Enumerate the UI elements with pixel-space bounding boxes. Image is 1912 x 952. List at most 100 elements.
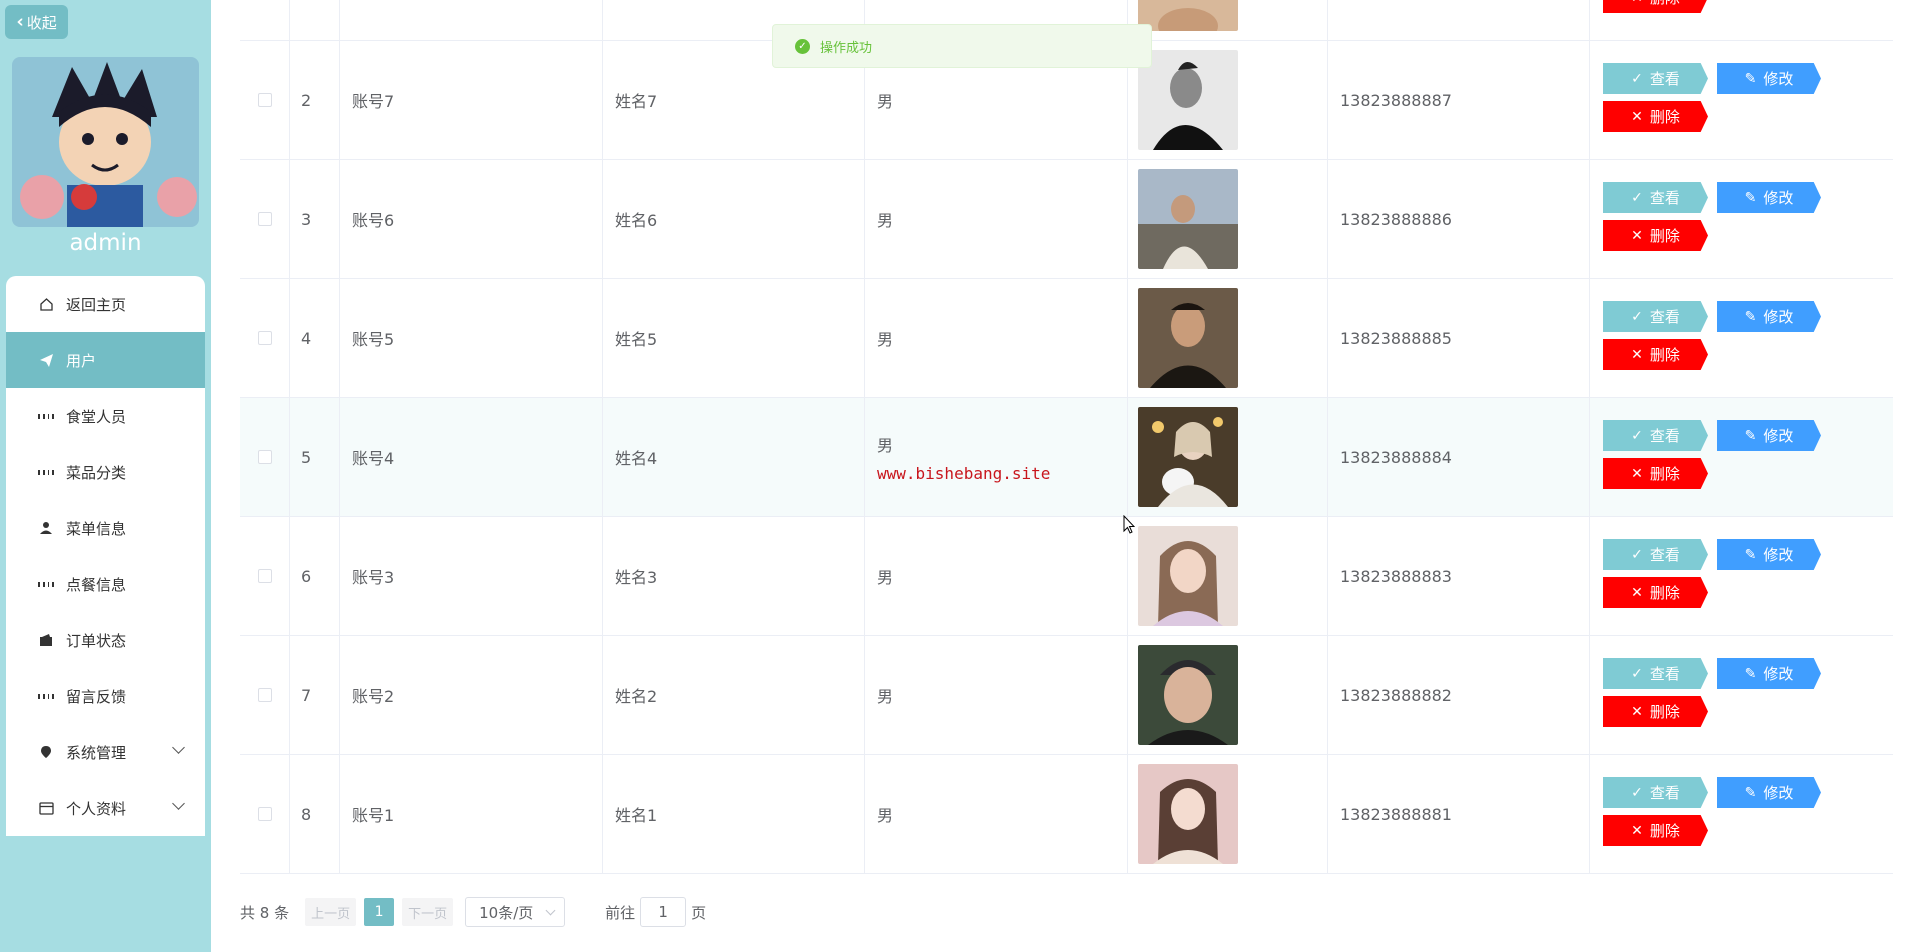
edit-icon: ✎ [1744,189,1757,206]
check-icon: ✓ [1631,70,1643,87]
phone-cell: 13823888881 [1328,755,1590,873]
delete-button[interactable]: ✕ 删除 [1603,0,1708,13]
check-icon: ✓ [1631,665,1643,682]
phone-cell: 13823888883 [1328,517,1590,635]
page-size-select[interactable]: 10条/页 [465,897,566,927]
username: admin [69,230,142,256]
row-checkbox[interactable] [257,688,272,702]
pagination: 共 8 条 上一页 1 下一页 10条/页 前往 1 页 [240,897,706,927]
sidebar-item-label: 菜单信息 [66,519,127,538]
name-cell: 姓名5 [603,279,865,397]
close-icon: ✕ [1631,108,1643,125]
sidebar-item-users[interactable]: 用户 [6,332,205,388]
sidebar-item-label: 订单状态 [66,631,127,650]
edit-button[interactable]: ✎ 修改 [1717,658,1821,689]
row-checkbox[interactable] [257,807,272,821]
sidebar-item-label: 食堂人员 [66,407,127,426]
grid-icon [38,408,54,424]
account-cell: 账号3 [340,517,603,635]
sidebar-item-home[interactable]: 返回主页 [6,276,205,332]
edit-button[interactable]: ✎ 修改 [1717,301,1821,332]
table-row: 6 账号3 姓名3 男 13823888883 ✓ 查看 ✎ 修改 ✕ 删除 [240,517,1893,636]
delete-button[interactable]: ✕ 删除 [1603,458,1708,489]
table-row: 3 账号6 姓名6 男 13823888886 ✓ 查看 ✎ 修改 ✕ 删除 [240,160,1893,279]
user-photo [1138,407,1238,507]
edit-button[interactable]: ✎ 修改 [1717,777,1821,808]
edit-button[interactable]: ✎ 修改 [1717,420,1821,451]
goto-page-input[interactable]: 1 [640,897,687,927]
row-checkbox[interactable] [257,93,272,107]
user-photo [1138,288,1238,388]
sidebar-item-label: 用户 [66,351,97,370]
check-icon: ✓ [1631,427,1643,444]
page-number-button[interactable]: 1 [364,898,395,926]
view-button[interactable]: ✓ 查看 [1603,301,1708,332]
sidebar-item-feedback[interactable]: 留言反馈 [6,668,205,724]
sex-cell: 男 [877,92,894,111]
name-cell: 姓名3 [603,517,865,635]
sidebar-item-label: 返回主页 [66,295,127,314]
grid-icon [38,464,54,480]
user-photo [1138,50,1238,150]
watermark-text: www.bishebang.site [877,463,1051,483]
wallet-icon [38,632,54,648]
row-index: 7 [290,636,340,754]
row-checkbox[interactable] [257,212,272,226]
sidebar-item-order-status[interactable]: 订单状态 [6,612,205,668]
prev-page-button[interactable]: 上一页 [305,898,357,926]
view-button[interactable]: ✓ 查看 [1603,63,1708,94]
sidebar-item-dish-category[interactable]: 菜品分类 [6,444,205,500]
row-checkbox[interactable] [257,450,272,464]
grid-icon [38,576,54,592]
user-avatar [12,57,199,227]
delete-button[interactable]: ✕ 删除 [1603,696,1708,727]
check-icon: ✓ [1631,189,1643,206]
sidebar-item-label: 留言反馈 [66,687,127,706]
view-button[interactable]: ✓ 查看 [1603,658,1708,689]
delete-button[interactable]: ✕ 删除 [1603,577,1708,608]
check-icon: ✓ [1631,546,1643,563]
row-index: 4 [290,279,340,397]
sidebar-item-label: 个人资料 [66,799,127,818]
account-cell: 账号4 [340,398,603,516]
row-checkbox[interactable] [257,569,272,583]
edit-icon: ✎ [1744,546,1757,563]
mouse-cursor-icon [1123,515,1135,534]
delete-button[interactable]: ✕ 删除 [1603,101,1708,132]
account-cell: 账号1 [340,755,603,873]
close-icon: ✕ [1631,0,1643,6]
view-button[interactable]: ✓ 查看 [1603,420,1708,451]
delete-button[interactable]: ✕ 删除 [1603,339,1708,370]
delete-button[interactable]: ✕ 删除 [1603,220,1708,251]
goto-prefix: 前往 [605,903,636,922]
sidebar-item-system-management[interactable]: 系统管理 [6,724,205,780]
collapse-sidebar-button[interactable]: ‹‹ 收起 [5,5,68,39]
edit-button[interactable]: ✎ 修改 [1717,539,1821,570]
edit-button[interactable]: ✎ 修改 [1717,63,1821,94]
sidebar-item-profile[interactable]: 个人资料 [6,780,205,836]
name-cell: 姓名6 [603,160,865,278]
double-chevron-left-icon: ‹‹ [16,11,22,32]
sidebar: ‹‹ 收起 admin 返回主页 用户 食堂人员 菜品分类 菜单信息 点餐信息 … [0,0,211,952]
delete-button[interactable]: ✕ 删除 [1603,815,1708,846]
name-cell: 姓名2 [603,636,865,754]
user-photo [1138,169,1238,269]
view-button[interactable]: ✓ 查看 [1603,182,1708,213]
next-page-button[interactable]: 下一页 [402,898,454,926]
view-button[interactable]: ✓ 查看 [1603,539,1708,570]
table-row: 8 账号1 姓名1 男 13823888881 ✓ 查看 ✎ 修改 ✕ 删除 [240,755,1893,874]
sidebar-item-menu-info[interactable]: 菜单信息 [6,500,205,556]
collapse-label: 收起 [26,13,57,32]
phone-cell: 13823888886 [1328,160,1590,278]
edit-button[interactable]: ✎ 修改 [1717,182,1821,213]
sidebar-item-order-info[interactable]: 点餐信息 [6,556,205,612]
close-icon: ✕ [1631,822,1643,839]
check-circle-icon: ✓ [795,38,810,54]
sex-cell: 男 [877,435,894,455]
edit-icon: ✎ [1744,784,1757,801]
phone-cell: 13823888882 [1328,636,1590,754]
sidebar-item-canteen-staff[interactable]: 食堂人员 [6,388,205,444]
sex-cell: 男 [877,211,894,230]
row-checkbox[interactable] [257,331,272,345]
view-button[interactable]: ✓ 查看 [1603,777,1708,808]
